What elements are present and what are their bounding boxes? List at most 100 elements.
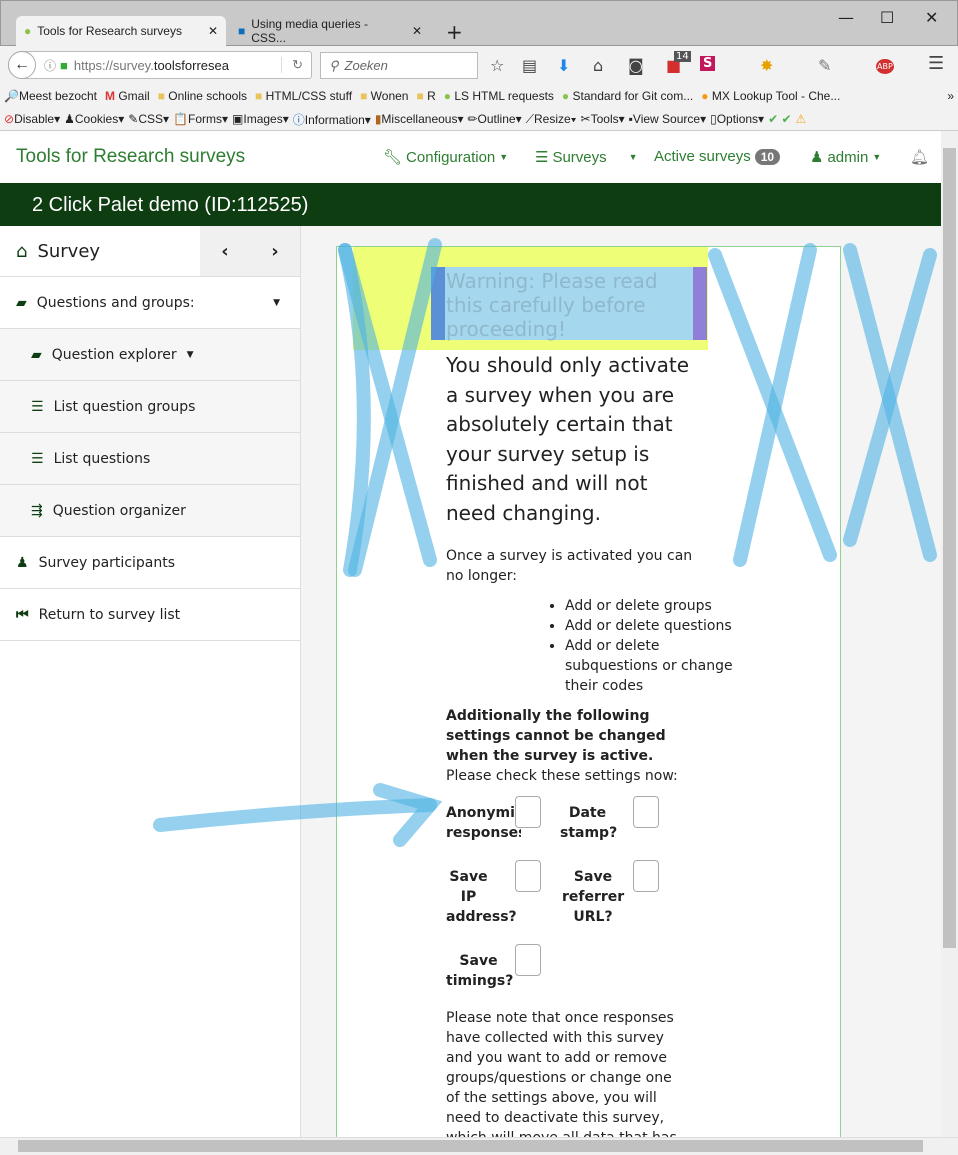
user-icon: ♟	[810, 149, 824, 166]
close-tab-icon[interactable]: ✕	[208, 24, 218, 38]
date-stamp-label: Date stamp?	[560, 805, 618, 841]
web-developer-toolbar: ⊘Disable▾ ♟Cookies▾ ✎CSS▾ 📋Forms▾ ▣Image…	[0, 108, 958, 131]
sidebar: ⌂ Survey ‹ › ▰ Questions and groups: ▼ ▰ Que…	[0, 226, 301, 1137]
vertical-scroll-thumb[interactable]	[943, 148, 956, 948]
survey-title: 2 Click Palet demo (ID:112525)	[0, 183, 941, 226]
more-bookmarks-icon[interactable]: »	[947, 89, 954, 103]
folder-open-icon: ▰	[31, 346, 42, 363]
note-text: Please note that once responses have col…	[446, 1010, 677, 1137]
bookmarks-bar: 🔎Meest bezocht M Gmail ■ Online schools …	[0, 84, 958, 108]
once-text: Once a survey is activated you can no lo…	[446, 548, 693, 584]
bookmark-item[interactable]: ● Standard for Git com...	[562, 89, 693, 103]
horizontal-scroll-thumb[interactable]	[18, 1140, 923, 1152]
bookmark-item[interactable]: ● MX Lookup Tool - Che...	[701, 89, 840, 103]
date-stamp-toggle[interactable]	[633, 796, 659, 828]
bookmark-item[interactable]: M Gmail	[105, 89, 150, 103]
devtool-tools[interactable]: ✂Tools▾	[581, 112, 625, 126]
sidebar-item-question-explorer[interactable]: ▰ Question explorer ▼	[0, 329, 300, 381]
devtool-css[interactable]: ✎CSS▾	[128, 112, 169, 126]
sidebar-item-return[interactable]: ⏮︎ Return to survey list	[0, 589, 300, 641]
list-icon: ☰	[31, 450, 44, 467]
warning-text: Warning: Please read this carefully befo…	[446, 269, 658, 341]
minimize-button[interactable]: —	[838, 8, 854, 27]
maximize-button[interactable]: ☐	[880, 8, 894, 27]
home-icon: ⌂	[16, 240, 28, 262]
restrictions-list: Add or delete groups Add or delete quest…	[565, 596, 735, 696]
adblock-icon[interactable]: ABP	[876, 59, 894, 74]
list-item: Add or delete subquestions or change the…	[565, 636, 735, 696]
expand-sidebar-button[interactable]: ›	[250, 226, 300, 276]
search-icon: ⚲	[329, 57, 339, 73]
eyedropper-icon[interactable]: ✎	[818, 56, 831, 75]
bookmark-item[interactable]: ■ R	[416, 89, 435, 103]
close-tab-icon[interactable]: ✕	[412, 24, 422, 38]
download-icon[interactable]: ⬇	[557, 56, 570, 75]
warning-icon: ⚠	[795, 112, 807, 126]
save-ip-toggle[interactable]	[515, 860, 541, 892]
new-tab-button[interactable]: +	[446, 20, 463, 44]
close-window-button[interactable]: ✕	[925, 8, 938, 27]
anonymized-label: Anonymized responses?	[446, 805, 521, 841]
user-menu[interactable]: ♟ admin ▼	[810, 148, 881, 167]
menu-icon[interactable]: ☰	[928, 53, 944, 74]
list-item: Add or delete questions	[565, 616, 735, 636]
surveys-menu[interactable]: ☰ Surveys ▼	[535, 148, 638, 167]
collapse-sidebar-button[interactable]: ‹	[200, 226, 250, 276]
sidebar-item-survey-participants[interactable]: ♟ Survey participants	[0, 537, 300, 589]
tab-media-queries[interactable]: ■ Using media queries - CSS... ✕	[230, 16, 430, 46]
url-bar[interactable]: ← ⓘ ■ https://survey. toolsforresea ↻	[8, 51, 312, 79]
devtool-options[interactable]: ▯Options▾	[710, 112, 764, 126]
lock-icon: ■	[60, 57, 68, 73]
sidebar-item-questions-groups[interactable]: ▰ Questions and groups: ▼	[0, 277, 300, 329]
sidebar-item-list-questions[interactable]: ☰ List questions	[0, 433, 300, 485]
save-referrer-toggle[interactable]	[633, 860, 659, 892]
devtool-images[interactable]: ▣Images▾	[232, 112, 289, 126]
mdn-icon: ■	[238, 24, 246, 38]
check-icon: ✔ ✔	[768, 112, 792, 126]
devtool-resize[interactable]: ⟋Resize▾	[526, 112, 577, 127]
step-backward-icon: ⏮︎	[16, 606, 29, 623]
devtool-disable[interactable]: ⊘Disable▾	[4, 112, 60, 126]
save-ip-label: Save IP address?	[446, 869, 517, 925]
devtool-forms[interactable]: 📋Forms▾	[173, 112, 228, 126]
devtool-outline[interactable]: ✏Outline▾	[467, 112, 521, 126]
active-surveys-badge: 10	[754, 148, 781, 165]
bookmark-item[interactable]: ■ HTML/CSS stuff	[255, 89, 352, 103]
bookmark-item[interactable]: ■ Wonen	[360, 89, 408, 103]
bookmark-item[interactable]: 🔎Meest bezocht	[4, 89, 97, 103]
bookmark-item[interactable]: ● LS HTML requests	[444, 89, 554, 103]
notification-badge: 14	[674, 51, 691, 62]
wrench-icon: 🔧︎	[383, 149, 403, 166]
save-timings-toggle[interactable]	[515, 944, 541, 976]
devtool-cookies[interactable]: ♟Cookies▾	[64, 112, 124, 126]
sidebar-item-list-question-groups[interactable]: ☰ List question groups	[0, 381, 300, 433]
bell-icon[interactable]: 🔔︎	[910, 148, 929, 166]
bookmark-star-icon[interactable]: ☆	[490, 56, 504, 75]
stylish-icon[interactable]: S	[700, 56, 716, 71]
list-icon: ☰	[31, 398, 44, 415]
bookmark-item[interactable]: ■ Online schools	[158, 89, 247, 103]
sidebar-header: ⌂ Survey ‹ ›	[0, 226, 300, 277]
search-input[interactable]: ⚲ Zoeken	[320, 52, 478, 79]
save-referrer-label: Save referrer URL?	[562, 869, 625, 925]
devtool-view-source[interactable]: ▪View Source▾	[629, 112, 706, 126]
active-surveys-link[interactable]: Active surveys 10	[654, 148, 781, 165]
home-icon[interactable]: ⌂	[593, 56, 603, 75]
sidebar-item-question-organizer[interactable]: ⇶ Question organizer	[0, 485, 300, 537]
devtool-information[interactable]: ⓘInformation▾	[293, 111, 371, 128]
additionally-text: Additionally the following settings cann…	[446, 708, 666, 764]
pocket-icon[interactable]: ◙	[628, 56, 644, 75]
brand-link[interactable]: Tools for Research surveys	[16, 146, 245, 168]
tab-tools-for-research[interactable]: ● Tools for Research surveys ✕	[16, 16, 226, 46]
firebug-icon[interactable]: ✸	[760, 56, 773, 75]
back-icon[interactable]: ←	[8, 51, 36, 79]
reading-list-icon[interactable]: ▤	[522, 56, 537, 75]
folder-open-icon: ▰	[16, 294, 27, 311]
reload-icon[interactable]: ↻	[281, 57, 303, 73]
list-icon: ☰	[535, 149, 549, 166]
anonymized-toggle[interactable]	[515, 796, 541, 828]
devtool-misc[interactable]: ▮Miscellaneous▾	[375, 112, 464, 126]
info-icon[interactable]: ⓘ	[44, 57, 56, 74]
user-icon: ♟	[16, 554, 29, 571]
configuration-menu[interactable]: 🔧︎ Configuration ▼	[383, 148, 508, 167]
